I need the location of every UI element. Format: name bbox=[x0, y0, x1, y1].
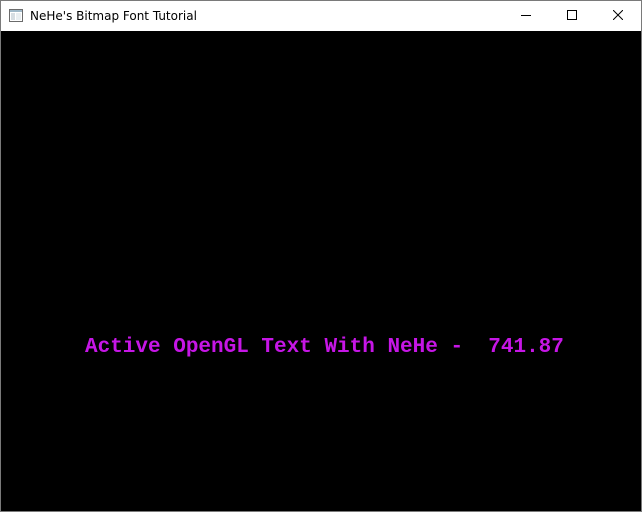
maximize-button[interactable] bbox=[549, 1, 595, 31]
opengl-viewport[interactable]: Active OpenGL Text With NeHe - 741.87 bbox=[1, 31, 641, 511]
close-button[interactable] bbox=[595, 1, 641, 31]
app-window: NeHe's Bitmap Font Tutorial Active OpenG… bbox=[0, 0, 642, 512]
maximize-icon bbox=[567, 7, 577, 25]
window-title: NeHe's Bitmap Font Tutorial bbox=[30, 9, 197, 23]
application-icon[interactable] bbox=[9, 9, 23, 22]
minimize-button[interactable] bbox=[503, 1, 549, 31]
title-bar[interactable]: NeHe's Bitmap Font Tutorial bbox=[1, 1, 641, 31]
close-icon bbox=[612, 7, 624, 25]
opengl-text: Active OpenGL Text With NeHe - 741.87 bbox=[85, 336, 564, 359]
minimize-icon bbox=[521, 7, 531, 25]
